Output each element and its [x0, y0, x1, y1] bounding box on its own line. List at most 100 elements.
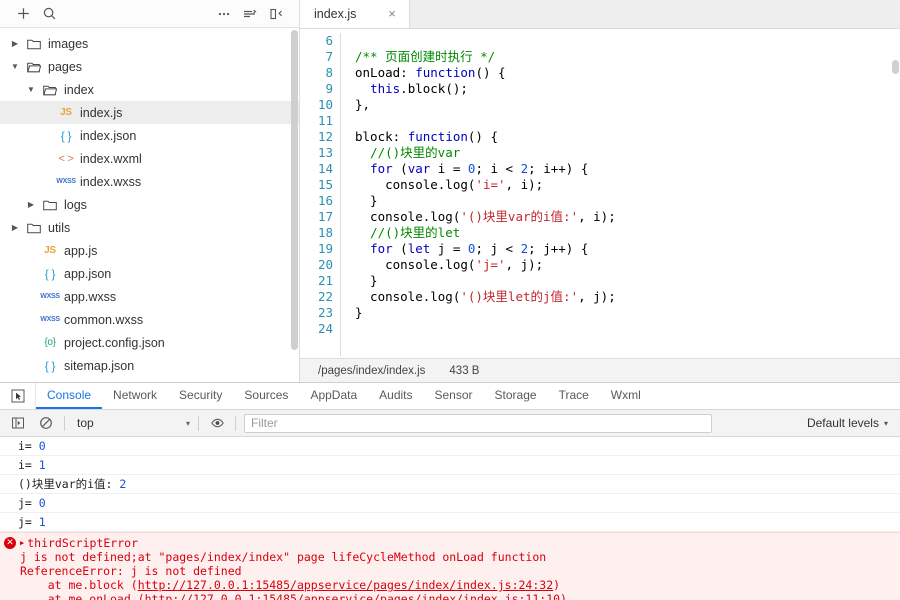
code-line: //()块里的var	[370, 145, 461, 160]
console-error-entry[interactable]: ✕ ▶ thirdScriptError j is not defined;at "p…	[0, 532, 900, 600]
devtools-tab-console[interactable]: Console	[36, 383, 103, 409]
chevron-right-icon[interactable]: ▶	[8, 223, 22, 232]
devtools-tab-storage[interactable]: Storage	[484, 383, 548, 409]
console-log-row: i= 0	[0, 437, 900, 456]
tree-item-index[interactable]: ▼ index	[0, 78, 299, 101]
chevron-down-icon: ▾	[185, 418, 190, 428]
add-file-button[interactable]	[10, 3, 36, 25]
editor-scrollbar[interactable]	[892, 60, 899, 358]
tree-item-pages[interactable]: ▼ pages	[0, 55, 299, 78]
devtools-tab-audits[interactable]: Audits	[368, 383, 423, 409]
collapse-panel-button[interactable]	[263, 3, 289, 25]
tree-item-label: sitemap.json	[64, 358, 135, 373]
file-tree[interactable]: ▶ images ▼ pages ▼ index JS index.js { } index.…	[0, 28, 299, 382]
tree-item-label: images	[48, 36, 89, 51]
line-number: 20	[317, 257, 333, 272]
error-reference-line: ReferenceError: j is not defined	[20, 564, 242, 578]
tree-item-label: app.js	[64, 243, 98, 258]
console-log-value: 1	[38, 458, 46, 472]
tree-item-logs[interactable]: ▶ logs	[0, 193, 299, 216]
sort-options-button[interactable]	[237, 3, 263, 25]
wxss-icon: WXSS	[40, 316, 60, 323]
js-icon: JS	[60, 107, 72, 118]
code-content[interactable]: /** 页面创建时执行 */onLoad: function() { this.…	[341, 29, 900, 358]
line-number: 18	[317, 225, 333, 240]
tree-item-project-config-json[interactable]: {o} project.config.json	[0, 331, 299, 354]
console-error-header[interactable]: ✕ ▶ thirdScriptError	[0, 535, 900, 550]
inspect-element-icon[interactable]	[0, 383, 36, 409]
tree-item-label: index.wxml	[80, 151, 142, 166]
console-log-value: 0	[38, 439, 46, 453]
sidebar-scrollbar[interactable]	[291, 30, 298, 360]
console-log-text: j=	[18, 496, 39, 510]
chevron-right-icon[interactable]: ▶	[24, 200, 38, 209]
line-number: 24	[317, 321, 333, 336]
console-log-value: 2	[119, 477, 127, 491]
devtools-tab-trace[interactable]: Trace	[548, 383, 600, 409]
console-filter-input[interactable]: Filter	[244, 413, 712, 433]
folder-icon	[22, 38, 46, 50]
tree-item-app-json[interactable]: { } app.json	[0, 262, 299, 285]
tree-item-utils[interactable]: ▶ utils	[0, 216, 299, 239]
status-file-size: 433 B	[449, 364, 480, 377]
chevron-down-icon[interactable]: ▼	[8, 62, 22, 71]
tree-item-label: project.config.json	[64, 335, 165, 350]
close-icon[interactable]: ×	[383, 5, 401, 23]
chevron-right-icon[interactable]: ▶	[8, 39, 22, 48]
console-log-text: i=	[18, 458, 39, 472]
wxss-icon: WXSS	[56, 178, 76, 185]
clear-console-icon[interactable]	[32, 412, 60, 434]
line-number: 23	[317, 305, 333, 320]
log-levels-select[interactable]: Default levels ▾	[801, 416, 896, 430]
console-output[interactable]: i= 0 i= 1 ()块里var的i值: 2 j= 0 j= 1 ✕ ▶ thirdScri…	[0, 437, 900, 600]
levels-label: Default levels	[806, 416, 879, 430]
tree-item-label: index	[64, 82, 94, 97]
tree-item-index-js[interactable]: JS index.js	[0, 101, 299, 124]
workspace-region: ▶ images ▼ pages ▼ index JS index.js { } index.…	[0, 0, 900, 382]
devtools-tab-sources[interactable]: Sources	[233, 383, 299, 409]
code-line: this.block();	[370, 81, 468, 96]
code-line: }	[355, 193, 378, 208]
tree-item-app-wxss[interactable]: WXSS app.wxss	[0, 285, 299, 308]
json-icon: { }	[60, 128, 72, 143]
tree-item-label: index.json	[80, 128, 137, 143]
expand-triangle-icon[interactable]: ▶	[20, 539, 24, 547]
devtools-tab-sensor[interactable]: Sensor	[424, 383, 484, 409]
tree-item-index-wxml[interactable]: < > index.wxml	[0, 147, 299, 170]
console-log-text: j=	[18, 515, 39, 529]
devtools-tab-security[interactable]: Security	[168, 383, 233, 409]
code-area[interactable]: 6 7 8 9 10 11 12 13 14 15 16 17 18 19 20 21 22 23 24 /** 页…	[300, 29, 900, 358]
line-number: 8	[325, 65, 333, 80]
tree-item-index-json[interactable]: { } index.json	[0, 124, 299, 147]
stack-frame-link[interactable]: http://127.0.0.1:15485/appservice/pages/…	[145, 592, 560, 600]
tree-item-common-wxss[interactable]: WXSS common.wxss	[0, 308, 299, 331]
devtools-window: ▶ images ▼ pages ▼ index JS index.js { } index.…	[0, 0, 900, 600]
search-button[interactable]	[36, 3, 62, 25]
devtools-tab-wxml[interactable]: Wxml	[600, 383, 652, 409]
code-line: console.log('j=', j);	[355, 257, 544, 272]
code-line: console.log('()块里let的j值:', j);	[355, 289, 616, 304]
code-line: console.log('i=', i);	[355, 177, 544, 192]
live-expression-icon[interactable]	[203, 412, 231, 434]
console-log-row: j= 0	[0, 494, 900, 513]
devtools-tab-appdata[interactable]: AppData	[299, 383, 368, 409]
more-options-button[interactable]	[211, 3, 237, 25]
editor-tab-index-js[interactable]: index.js ×	[300, 0, 410, 28]
tree-item-app-js[interactable]: JS app.js	[0, 239, 299, 262]
execution-context-select[interactable]: top ▾	[69, 413, 194, 433]
code-line: for (let j = 0; j < 2; j++) {	[370, 241, 589, 256]
stack-frame-link[interactable]: http://127.0.0.1:15485/appservice/pages/…	[138, 578, 553, 592]
folder-open-icon	[38, 84, 62, 96]
tree-item-index-wxss[interactable]: WXSS index.wxss	[0, 170, 299, 193]
devtools-tab-network[interactable]: Network	[102, 383, 168, 409]
tree-item-sitemap-json[interactable]: { } sitemap.json	[0, 354, 299, 377]
console-sidebar-icon[interactable]	[4, 412, 32, 434]
tree-item-images[interactable]: ▶ images	[0, 32, 299, 55]
line-number: 21	[317, 273, 333, 288]
chevron-down-icon[interactable]: ▼	[24, 85, 38, 94]
